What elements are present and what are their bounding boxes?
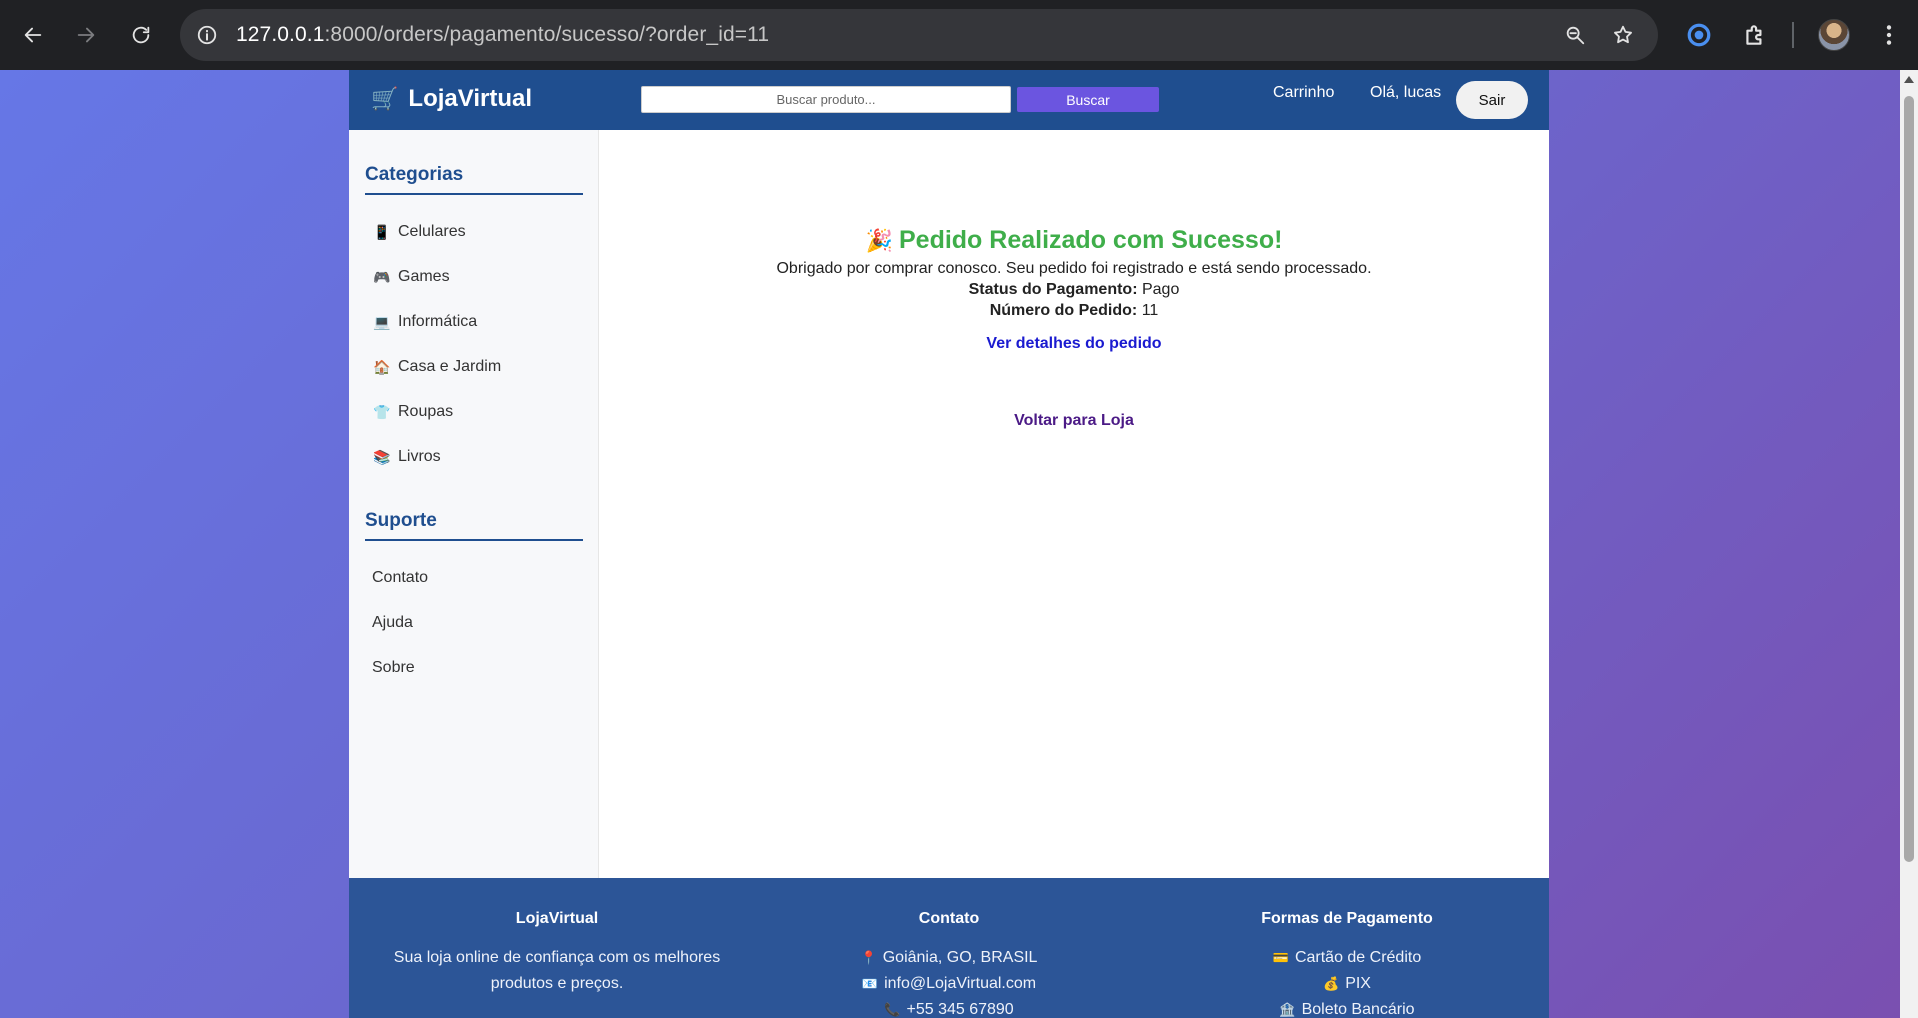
payment-boleto-text: Boleto Bancário	[1301, 1001, 1415, 1018]
page-scrollbar[interactable]	[1900, 70, 1918, 1018]
footer-phone-text: +55 345 67890	[906, 1001, 1014, 1018]
sidebar-item-livros[interactable]: 📚 Livros	[373, 448, 441, 466]
arrow-left-icon	[24, 27, 42, 43]
footer-address-text: Goiânia, GO, BRASIL	[882, 949, 1038, 966]
footer-payments: Formas de Pagamento 💳 Cartão de Crédito 💰…	[1179, 910, 1515, 1018]
payment-status: Status do Pagamento: Pago	[599, 281, 1549, 299]
payment-credit-card-text: Cartão de Crédito	[1294, 949, 1422, 966]
order-number: Número do Pedido: 11	[599, 302, 1549, 320]
url-host: 127.0.0.1	[236, 23, 325, 46]
search-input[interactable]	[641, 86, 1011, 113]
footer-phone: 📞 +55 345 67890	[781, 997, 1117, 1018]
reload-icon	[132, 26, 150, 44]
order-details-link[interactable]: Ver detalhes do pedido	[599, 335, 1549, 353]
payment-credit-card: 💳 Cartão de Crédito	[1179, 945, 1515, 971]
success-title-text: Pedido Realizado com Sucesso!	[898, 226, 1283, 254]
site-info-icon[interactable]	[194, 22, 220, 48]
brand-name: LojaVirtual	[408, 85, 532, 112]
footer-about: LojaVirtual Sua loja online de confiança…	[389, 910, 725, 997]
sidebar-item-label: Livros	[398, 448, 441, 465]
location-pin-icon: 📍	[860, 950, 877, 965]
toolbar-divider	[1792, 22, 1794, 48]
footer-payments-title: Formas de Pagamento	[1261, 910, 1433, 927]
forward-button[interactable]	[67, 16, 105, 54]
main-content: 🎉 Pedido Realizado com Sucesso! Obrigado …	[599, 130, 1549, 878]
footer-email-text: info@LojaVirtual.com	[884, 975, 1037, 992]
back-to-store-link[interactable]: Voltar para Loja	[599, 412, 1549, 430]
brand-logo[interactable]: 🛒 LojaVirtual	[371, 85, 532, 113]
browser-toolbar: 127.0.0.1:8000/orders/pagamento/sucesso/…	[0, 0, 1918, 70]
site-footer: LojaVirtual Sua loja online de confiança…	[349, 878, 1549, 1018]
support-heading: Suporte	[365, 510, 583, 541]
thank-you-message: Obrigado por comprar conosco. Seu pedido…	[776, 260, 1372, 277]
user-greeting[interactable]: Olá, lucas	[1370, 84, 1441, 102]
footer-about-title: LojaVirtual	[515, 910, 599, 927]
bookmark-star-icon[interactable]	[1610, 22, 1636, 48]
profile-avatar[interactable]	[1818, 19, 1850, 51]
url-text[interactable]: 127.0.0.1:8000/orders/pagamento/sucesso/…	[236, 23, 769, 47]
order-number-label: Número do Pedido:	[989, 302, 1138, 319]
sidebar-item-label: Celulares	[398, 223, 466, 240]
phone-icon: 📞	[884, 1002, 901, 1017]
payment-pix-text: PIX	[1345, 975, 1371, 992]
back-button[interactable]	[14, 16, 52, 54]
sidebar-item-games[interactable]: 🎮 Games	[373, 268, 450, 286]
footer-contact-title: Contato	[918, 910, 980, 927]
party-popper-icon: 🎉	[865, 228, 893, 253]
sidebar-item-casa-jardim[interactable]: 🏠 Casa e Jardim	[373, 358, 501, 376]
sidebar-item-sobre[interactable]: Sobre	[372, 659, 415, 677]
footer-address: 📍 Goiânia, GO, BRASIL	[781, 945, 1117, 971]
sidebar-item-informatica[interactable]: 💻 Informática	[373, 313, 477, 331]
sidebar-item-label: Informática	[398, 313, 478, 330]
money-bag-icon: 💰	[1323, 976, 1340, 991]
email-icon: 📧	[861, 976, 879, 991]
scrollbar-thumb[interactable]	[1904, 96, 1914, 862]
books-icon: 📚	[373, 448, 391, 465]
sidebar-item-label: Games	[398, 268, 450, 285]
zoom-icon[interactable]	[1562, 22, 1588, 48]
logout-button[interactable]: Sair	[1456, 81, 1528, 119]
bank-icon: 🏦	[1279, 1002, 1296, 1017]
footer-about-text: Sua loja online de confiança com os melh…	[393, 949, 721, 992]
gamepad-icon: 🎮	[373, 268, 391, 285]
extensions-puzzle-icon[interactable]	[1740, 20, 1770, 50]
sidebar-item-ajuda[interactable]: Ajuda	[372, 614, 413, 632]
url-path: :8000/orders/pagamento/sucesso/?order_id…	[324, 23, 770, 46]
site-container: 🛒 LojaVirtual Buscar Carrinho Olá, lucas…	[349, 70, 1549, 1018]
address-bar[interactable]: 127.0.0.1:8000/orders/pagamento/sucesso/…	[180, 9, 1658, 61]
payment-boleto: 🏦 Boleto Bancário	[1179, 997, 1515, 1018]
house-icon: 🏠	[373, 358, 391, 375]
laptop-icon: 💻	[373, 313, 391, 330]
tshirt-icon: 👕	[373, 403, 391, 420]
reload-button[interactable]	[122, 16, 160, 54]
sidebar: Categorias 📱 Celulares 🎮 Games 💻 Informá…	[349, 130, 599, 878]
menu-kebab-icon[interactable]	[1874, 20, 1904, 50]
payment-status-label: Status do Pagamento:	[968, 281, 1138, 298]
site-header: 🛒 LojaVirtual Buscar Carrinho Olá, lucas…	[349, 70, 1549, 130]
footer-contact: Contato 📍 Goiânia, GO, BRASIL 📧 info@LojaV…	[781, 910, 1117, 1018]
cart-link[interactable]: Carrinho	[1273, 84, 1334, 102]
extension-icon[interactable]	[1684, 20, 1714, 50]
scroll-up-arrow-icon[interactable]	[1904, 76, 1914, 83]
mobile-phone-icon: 📱	[373, 223, 391, 240]
sidebar-item-contato[interactable]: Contato	[372, 569, 428, 587]
order-number-value: 11	[1141, 302, 1159, 319]
shopping-cart-icon: 🛒	[371, 86, 399, 111]
sidebar-item-label: Casa e Jardim	[398, 358, 502, 375]
page-viewport: 🛒 LojaVirtual Buscar Carrinho Olá, lucas…	[0, 70, 1918, 1018]
sidebar-item-roupas[interactable]: 👕 Roupas	[373, 403, 453, 421]
payment-status-value: Pago	[1141, 281, 1180, 298]
arrow-right-icon	[77, 27, 95, 43]
credit-card-icon: 💳	[1272, 950, 1289, 965]
payment-pix: 💰 PIX	[1179, 971, 1515, 997]
categories-heading: Categorias	[365, 164, 583, 195]
sidebar-item-label: Roupas	[398, 403, 454, 420]
footer-email[interactable]: 📧 info@LojaVirtual.com	[781, 971, 1117, 997]
search-button[interactable]: Buscar	[1017, 87, 1159, 112]
sidebar-item-celulares[interactable]: 📱 Celulares	[373, 223, 466, 241]
success-heading: 🎉 Pedido Realizado com Sucesso!	[599, 226, 1549, 255]
